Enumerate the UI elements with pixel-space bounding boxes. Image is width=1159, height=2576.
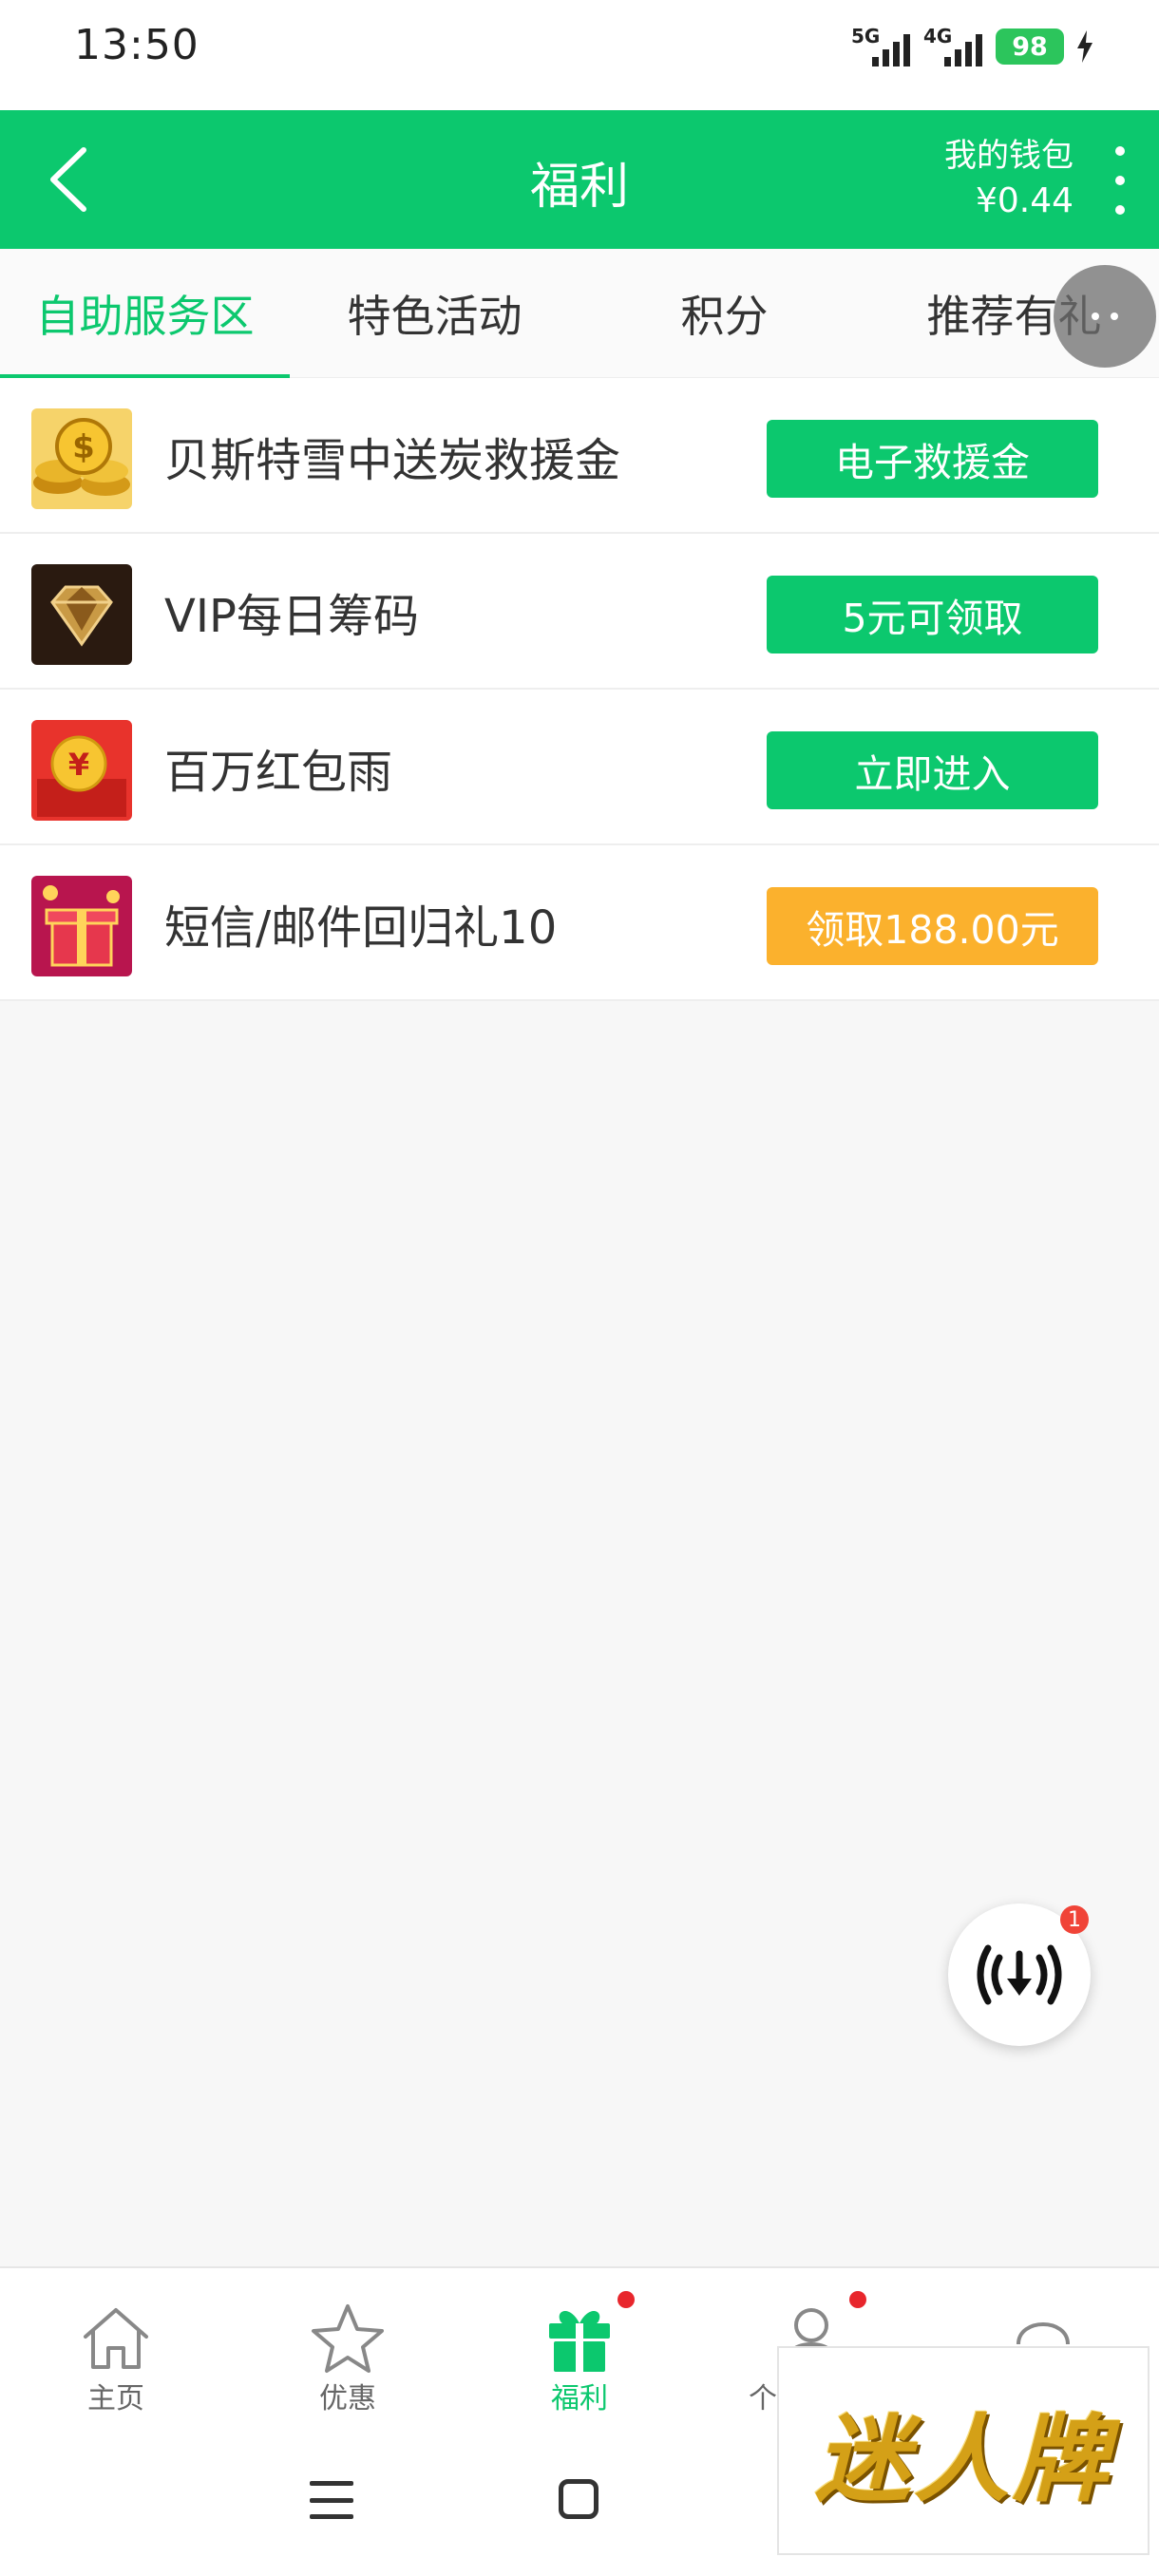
- battery-icon: 98: [996, 28, 1064, 65]
- list-item[interactable]: ¥ 百万红包雨 立即进入: [0, 690, 1159, 845]
- gift-icon: [549, 2310, 610, 2372]
- item-title: 短信/邮件回归礼10: [164, 901, 558, 955]
- notification-dot: [618, 2291, 635, 2308]
- tab-self-service[interactable]: 自助服务区: [0, 249, 290, 378]
- item-title: 贝斯特雪中送炭救援金: [164, 434, 621, 487]
- wallet-button[interactable]: 我的钱包 ¥0.44: [944, 133, 1074, 224]
- welfare-list: $ 贝斯特雪中送炭救援金 电子救援金 VIP每日筹码 5元可领取 ¥ 百万红包雨…: [0, 378, 1159, 1001]
- wallet-amount: ¥0.44: [975, 181, 1074, 220]
- status-icons: 5G 4G 98: [851, 23, 1092, 70]
- status-bar: 13:50 5G 4G 98: [0, 0, 1159, 110]
- claim-reward-button[interactable]: 领取188.00元: [767, 887, 1098, 965]
- nav-welfare[interactable]: 福利: [484, 2268, 674, 2430]
- notification-dot: [849, 2291, 866, 2308]
- svg-text:$: $: [72, 428, 95, 466]
- download-broadcast-icon: [977, 1944, 1062, 2005]
- nav-label: 主页: [87, 2382, 144, 2415]
- more-vertical-icon[interactable]: [1104, 141, 1136, 220]
- red-envelope-icon: ¥: [31, 720, 132, 821]
- signal-5g-icon: 5G: [851, 25, 910, 68]
- tab-bar: 自助服务区 特色活动 积分 推荐有礼: [0, 249, 1159, 378]
- menu-icon[interactable]: [310, 2481, 353, 2519]
- wallet-label: 我的钱包: [944, 137, 1074, 175]
- watermark-logo: 迷人牌: [777, 2346, 1150, 2555]
- charging-icon: [1077, 30, 1092, 63]
- watermark-text: 迷人牌: [815, 2402, 1112, 2515]
- signal-4g-icon: 4G: [923, 25, 982, 68]
- star-icon: [312, 2304, 384, 2373]
- floating-more-button[interactable]: [1054, 265, 1156, 368]
- status-time: 13:50: [74, 21, 200, 69]
- gift-box-icon: [31, 876, 132, 976]
- home-icon: [84, 2308, 148, 2369]
- nav-label: 福利: [551, 2382, 608, 2415]
- claim-button[interactable]: 5元可领取: [767, 576, 1098, 653]
- nav-offers[interactable]: 优惠: [253, 2268, 443, 2430]
- item-title: VIP每日筹码: [164, 590, 419, 643]
- item-title: 百万红包雨: [164, 746, 393, 799]
- notification-badge: 1: [1060, 1905, 1089, 1934]
- tab-special-events[interactable]: 特色活动: [290, 249, 580, 378]
- nav-label: 优惠: [319, 2382, 376, 2415]
- header-bar: 福利 我的钱包 ¥0.44: [0, 110, 1159, 249]
- list-item[interactable]: VIP每日筹码 5元可领取: [0, 534, 1159, 690]
- gold-coins-icon: $: [31, 408, 132, 509]
- claim-button[interactable]: 电子救援金: [767, 420, 1098, 498]
- home-square-icon[interactable]: [559, 2479, 598, 2519]
- svg-text:¥: ¥: [68, 747, 89, 783]
- diamond-icon: [31, 564, 132, 665]
- tab-points[interactable]: 积分: [580, 249, 869, 378]
- list-item[interactable]: $ 贝斯特雪中送炭救援金 电子救援金: [0, 378, 1159, 534]
- list-item[interactable]: 短信/邮件回归礼10 领取188.00元: [0, 845, 1159, 1001]
- enter-button[interactable]: 立即进入: [767, 731, 1098, 809]
- nav-home[interactable]: 主页: [21, 2268, 211, 2430]
